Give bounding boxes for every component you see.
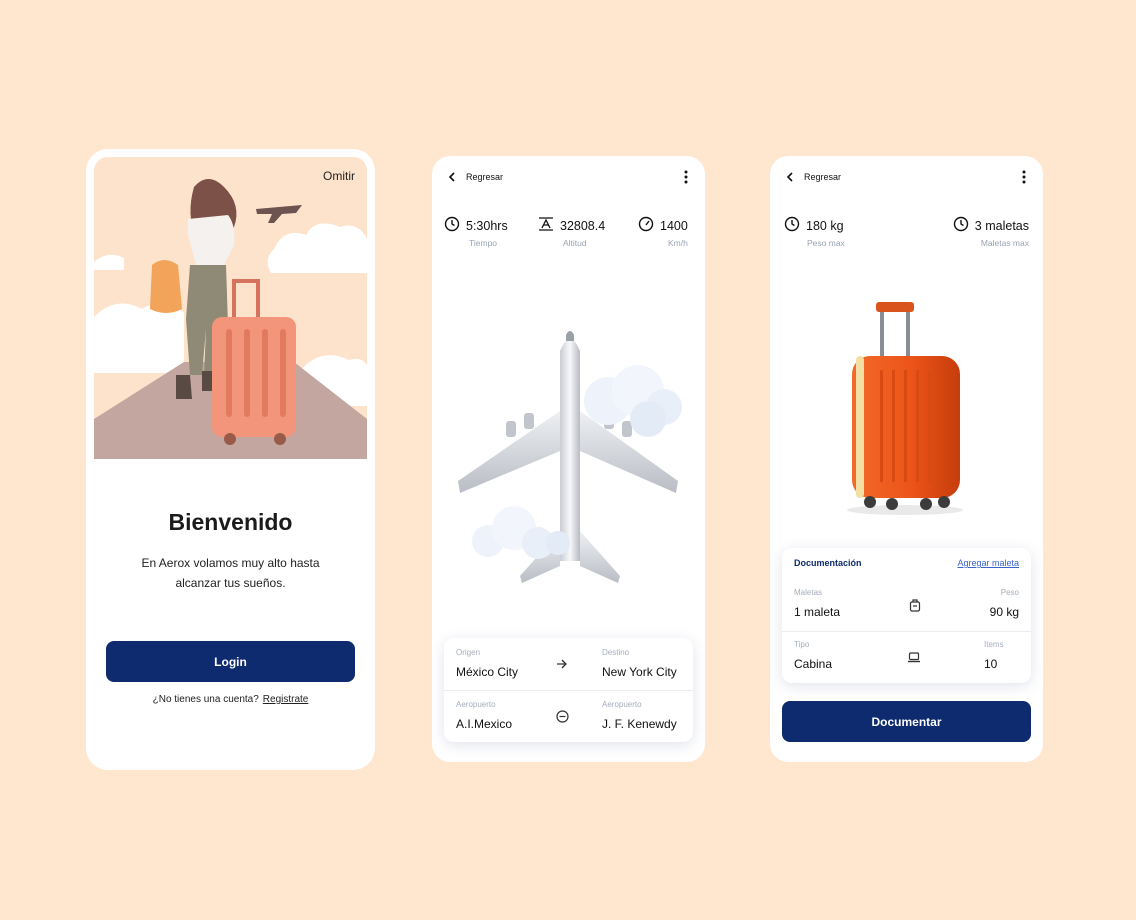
stat-value: 3 maletas [974, 218, 1029, 233]
stat-label: Altitud [563, 238, 587, 248]
origin-value: México City [456, 665, 519, 679]
stat-max-weight: 180 kg Peso max [784, 216, 845, 248]
stat-value: 1400 [660, 218, 688, 233]
header: Regresar [446, 170, 691, 184]
weight-label: Peso [1000, 588, 1019, 597]
back-button[interactable]: Regresar [466, 172, 503, 182]
stat-label: Km/h [667, 238, 688, 248]
stat-max-bags: 3 maletas Maletas max [953, 216, 1029, 248]
clock-icon [444, 216, 460, 235]
add-bag-link[interactable]: Agregar maleta [957, 558, 1019, 568]
destination-airport-value: J. F. Kenewdy [602, 717, 677, 731]
more-options-icon[interactable] [681, 169, 691, 185]
register-link[interactable]: Registrate [263, 694, 309, 705]
arrow-right-icon [555, 657, 569, 671]
altitude-icon [538, 216, 554, 235]
traveler-illustration [94, 157, 367, 459]
stat-value: 32808.4 [560, 218, 606, 233]
skip-button[interactable]: Omitir [323, 169, 355, 183]
onboarding-screen: Omitir Bienvenido En Aerox volamos muy a… [86, 149, 375, 770]
weight-value: 90 kg [989, 605, 1019, 619]
luggage-icon [908, 598, 922, 612]
back-icon[interactable] [784, 171, 796, 183]
route-card: Origen México City Destino New York City… [444, 638, 693, 742]
origin-label: Origen [456, 648, 481, 657]
type-label: Tipo [794, 640, 810, 649]
laptop-icon [907, 650, 921, 664]
header: Regresar [784, 170, 1029, 184]
bags-value: 1 maleta [794, 605, 841, 619]
documentation-title: Documentación [794, 558, 862, 568]
bags-label: Maletas [794, 588, 823, 597]
no-account-text: ¿No tienes una cuenta? [152, 694, 259, 705]
destination-label: Destino [602, 648, 630, 657]
origin-cell: Origen México City [456, 648, 518, 679]
card-divider [444, 690, 693, 691]
origin-airport-cell: Aeropuerto A.I.Mexico [456, 700, 512, 731]
items-cell: Items 10 [984, 640, 1004, 671]
flight-screen: Regresar 5:30hrs Tiempo 32808.4 Altitud … [432, 156, 705, 762]
welcome-title: Bienvenido [168, 509, 293, 535]
signup-row: ¿No tienes una cuenta? Registrate [86, 694, 375, 705]
items-label: Items [984, 640, 1004, 649]
login-button[interactable]: Login [106, 641, 355, 682]
suitcase-image [847, 302, 963, 515]
stat-value: 180 kg [806, 218, 844, 233]
more-options-icon[interactable] [1019, 169, 1029, 185]
airport-icon [555, 709, 569, 723]
stat-time: 5:30hrs Tiempo [444, 216, 508, 248]
type-cell: Tipo Cabina [794, 640, 832, 671]
stat-speed: 1400 Km/h [638, 216, 688, 248]
items-value: 10 [984, 657, 998, 671]
documentation-card: Documentación Agregar maleta Maletas 1 m… [782, 548, 1031, 683]
type-value: Cabina [794, 657, 833, 671]
bags-cell: Maletas 1 maleta [794, 588, 840, 619]
origin-airport-value: A.I.Mexico [456, 717, 513, 731]
back-button[interactable]: Regresar [804, 172, 841, 182]
destination-value: New York City [602, 665, 677, 679]
stat-label: Tiempo [469, 238, 498, 248]
destination-airport-label: Aeropuerto [602, 700, 642, 709]
clock-icon [953, 216, 969, 235]
destination-cell: Destino New York City [602, 648, 677, 679]
stat-label: Peso max [807, 238, 845, 248]
airplane-image [458, 331, 682, 583]
speedometer-icon [638, 216, 654, 235]
welcome-description: En Aerox volamos muy alto hasta alcanzar… [141, 556, 320, 590]
stat-value: 5:30hrs [466, 218, 508, 233]
document-button[interactable]: Documentar [782, 701, 1031, 742]
stat-label: Maletas max [980, 238, 1029, 248]
baggage-screen: Regresar 180 kg Peso max 3 maletas Malet… [770, 156, 1043, 762]
destination-airport-cell: Aeropuerto J. F. Kenewdy [602, 700, 677, 731]
card-divider [782, 631, 1031, 632]
weight-cell: Peso 90 kg [990, 588, 1019, 619]
stat-altitude: 32808.4 Altitud [538, 216, 605, 248]
origin-airport-label: Aeropuerto [456, 700, 496, 709]
clock-icon [784, 216, 800, 235]
back-icon[interactable] [446, 171, 458, 183]
